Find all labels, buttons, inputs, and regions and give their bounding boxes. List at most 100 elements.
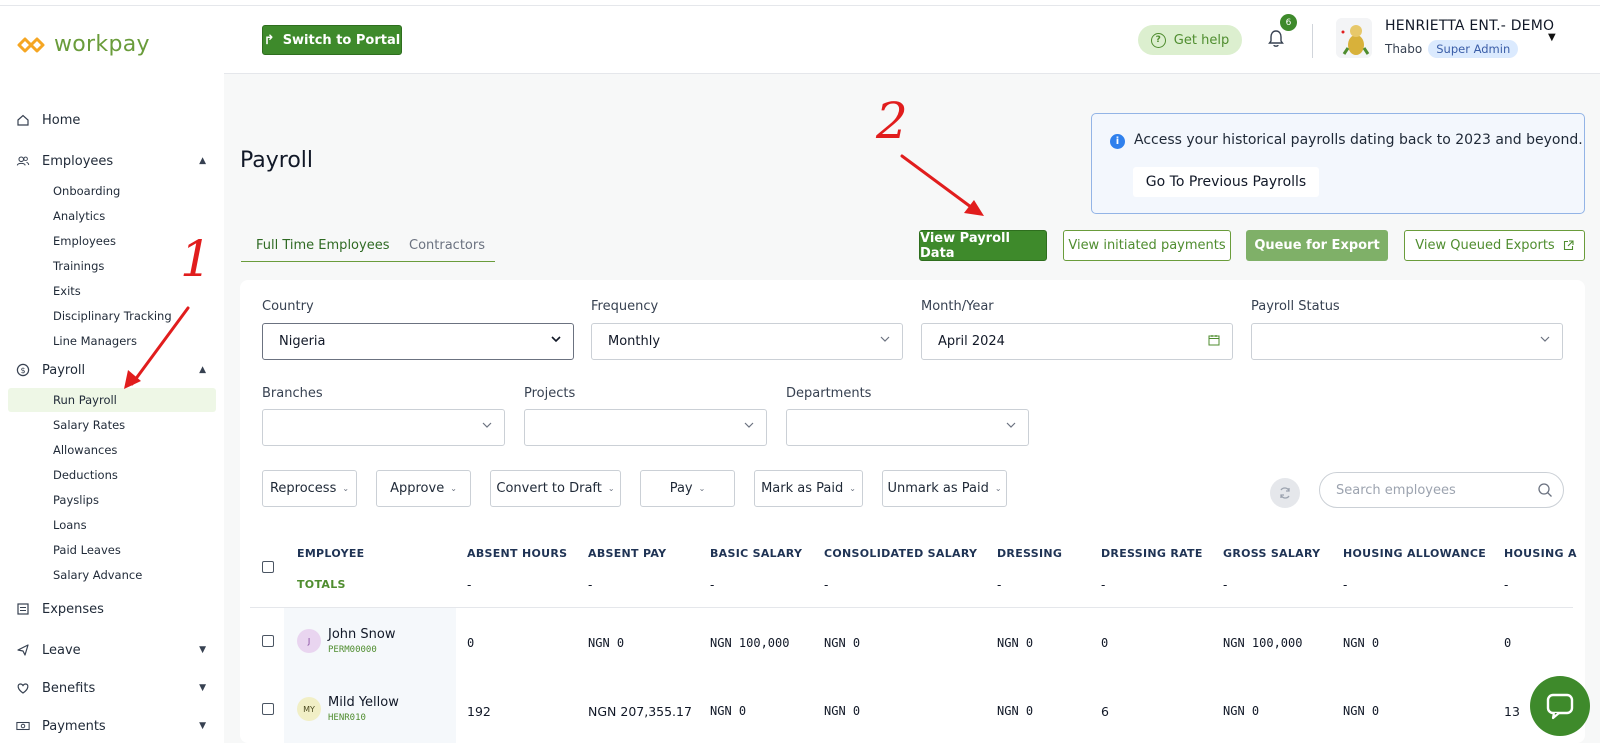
month-year-picker[interactable]: April 2024 — [921, 323, 1233, 360]
chevron-down-icon: ⌄ — [994, 484, 1002, 493]
sidebar-item-benefits[interactable]: Benefits ▼ — [8, 676, 216, 700]
total-cell: - — [1343, 578, 1348, 592]
sidebar-item-home[interactable]: Home — [8, 108, 216, 132]
company-avatar[interactable] — [1336, 18, 1372, 58]
get-help-button[interactable]: ? Get help — [1138, 25, 1242, 55]
chevron-down-icon — [1540, 336, 1550, 342]
reprocess-button[interactable]: Reprocess ⌄ — [262, 470, 357, 507]
view-payroll-data-button[interactable]: View Payroll Data — [919, 230, 1047, 261]
table-cell: 192 — [467, 704, 491, 719]
cash-icon — [16, 719, 30, 733]
info-banner: i Access your historical payrolls dating… — [1091, 113, 1585, 214]
convert-to-draft-button[interactable]: Convert to Draft ⌄ — [490, 470, 621, 507]
tab-contractors[interactable]: Contractors — [409, 238, 485, 253]
select-all-checkbox[interactable] — [262, 561, 274, 573]
mark-as-paid-button[interactable]: Mark as Paid ⌄ — [754, 470, 863, 507]
row-checkbox[interactable] — [262, 635, 274, 647]
table-cell: NGN 0 — [997, 636, 1034, 650]
workpay-logo[interactable]: workpay — [16, 32, 150, 57]
sidebar-sub-allowances[interactable]: Allowances — [8, 438, 216, 462]
frequency-select[interactable]: Monthly — [591, 323, 903, 360]
sidebar-item-label: Payments — [42, 718, 106, 734]
row-checkbox[interactable] — [262, 703, 274, 715]
caret-up-icon: ▲ — [199, 156, 206, 166]
caret-down-icon: ▼ — [199, 683, 206, 693]
sidebar-item-leave[interactable]: Leave ▼ — [8, 638, 216, 662]
sidebar-sub-paid-leaves[interactable]: Paid Leaves — [8, 538, 216, 562]
bell-icon[interactable] — [1265, 28, 1287, 50]
column-header-basic-salary[interactable]: BASIC SALARY — [710, 547, 802, 560]
chat-button[interactable] — [1530, 676, 1590, 736]
projects-select[interactable] — [524, 409, 767, 446]
employee-name[interactable]: Mild Yellow — [328, 695, 399, 710]
search-placeholder: Search employees — [1336, 482, 1456, 498]
go-to-previous-payrolls-button[interactable]: Go To Previous Payrolls — [1133, 167, 1319, 197]
column-header-employee[interactable]: EMPLOYEE — [297, 547, 365, 560]
sidebar-sub-salary-rates[interactable]: Salary Rates — [8, 413, 216, 437]
sidebar-item-expenses[interactable]: Expenses — [8, 597, 216, 621]
user-info: Thabo Super Admin — [1385, 40, 1519, 58]
month-year-value: April 2024 — [938, 334, 1005, 349]
sidebar-sub-deductions[interactable]: Deductions — [8, 463, 216, 487]
column-header-gross-salary[interactable]: GROSS SALARY — [1223, 547, 1320, 560]
sidebar-sub-analytics[interactable]: Analytics — [8, 204, 216, 228]
queue-for-export-button[interactable]: Queue for Export — [1246, 230, 1388, 261]
projects-label: Projects — [524, 386, 576, 401]
table-cell: 6 — [1101, 704, 1109, 719]
total-cell: - — [710, 578, 715, 592]
payroll-status-label: Payroll Status — [1251, 299, 1340, 314]
tab-full-time-employees[interactable]: Full Time Employees — [256, 238, 389, 253]
pay-button[interactable]: Pay ⌄ — [640, 470, 735, 507]
refresh-button[interactable] — [1270, 478, 1300, 508]
search-input[interactable]: Search employees — [1319, 472, 1564, 508]
frequency-value: Monthly — [608, 334, 661, 349]
column-header-dressing[interactable]: DRESSING — [997, 547, 1062, 560]
account-dropdown-icon[interactable]: ▼ — [1548, 32, 1556, 43]
sidebar-sub-run-payroll[interactable]: Run Payroll — [8, 388, 216, 412]
sidebar-item-payroll[interactable]: $ Payroll ▲ — [8, 358, 216, 382]
sidebar-item-employees[interactable]: Employees ▲ — [8, 149, 216, 173]
departments-select[interactable] — [786, 409, 1029, 446]
unmark-as-paid-button[interactable]: Unmark as Paid ⌄ — [882, 470, 1007, 507]
sidebar-sub-onboarding[interactable]: Onboarding — [8, 179, 216, 203]
approve-button[interactable]: Approve ⌄ — [376, 470, 471, 507]
view-queued-exports-button[interactable]: View Queued Exports — [1404, 230, 1585, 261]
column-header-housing-a[interactable]: HOUSING A — [1504, 547, 1594, 560]
sidebar-item-payments[interactable]: Payments ▼ — [8, 714, 216, 738]
frequency-label: Frequency — [591, 299, 659, 314]
sidebar-sub-loans[interactable]: Loans — [8, 513, 216, 537]
totals-label: TOTALS — [297, 578, 346, 591]
employee-name[interactable]: John Snow — [328, 627, 395, 642]
sidebar-sub-line-managers[interactable]: Line Managers — [8, 329, 216, 353]
sidebar-sub-salary-advance[interactable]: Salary Advance — [8, 563, 216, 587]
total-cell: - — [1504, 578, 1509, 592]
country-select[interactable]: Nigeria — [262, 323, 574, 360]
sidebar-sub-payslips[interactable]: Payslips — [8, 488, 216, 512]
workpay-logo-icon — [17, 37, 45, 52]
question-icon: ? — [1150, 32, 1166, 48]
table-cell: NGN 0 — [710, 704, 747, 718]
column-header-absent-hours[interactable]: ABSENT HOURS — [467, 547, 567, 560]
users-icon — [16, 154, 30, 168]
receipt-icon — [16, 602, 30, 616]
total-cell: - — [1223, 578, 1228, 592]
info-text: Access your historical payrolls dating b… — [1134, 132, 1583, 148]
payroll-status-select[interactable] — [1251, 323, 1563, 360]
column-header-dressing-rate[interactable]: DRESSING RATE — [1101, 547, 1203, 560]
branches-label: Branches — [262, 386, 323, 401]
branches-select[interactable] — [262, 409, 505, 446]
table-cell: 13 — [1504, 704, 1520, 719]
employee-code: PERM00000 — [328, 645, 377, 655]
column-header-absent-pay[interactable]: ABSENT PAY — [588, 547, 666, 560]
column-header-housing-allowance[interactable]: HOUSING ALLOWANCE — [1343, 547, 1486, 560]
country-label: Country — [262, 299, 314, 314]
sidebar-sub-employees[interactable]: Employees — [8, 229, 216, 253]
table-cell: 0 — [467, 636, 475, 650]
sidebar-sub-disciplinary-tracking[interactable]: Disciplinary Tracking — [8, 304, 216, 328]
sidebar-sub-trainings[interactable]: Trainings — [8, 254, 216, 278]
column-header-consolidated-salary[interactable]: CONSOLIDATED SALARY — [824, 547, 977, 560]
sidebar-sub-exits[interactable]: Exits — [8, 279, 216, 303]
switch-to-portal-button[interactable]: ↱ Switch to Portal — [262, 25, 402, 55]
total-cell: - — [588, 578, 593, 592]
view-initiated-payments-button[interactable]: View initiated payments — [1063, 230, 1231, 261]
